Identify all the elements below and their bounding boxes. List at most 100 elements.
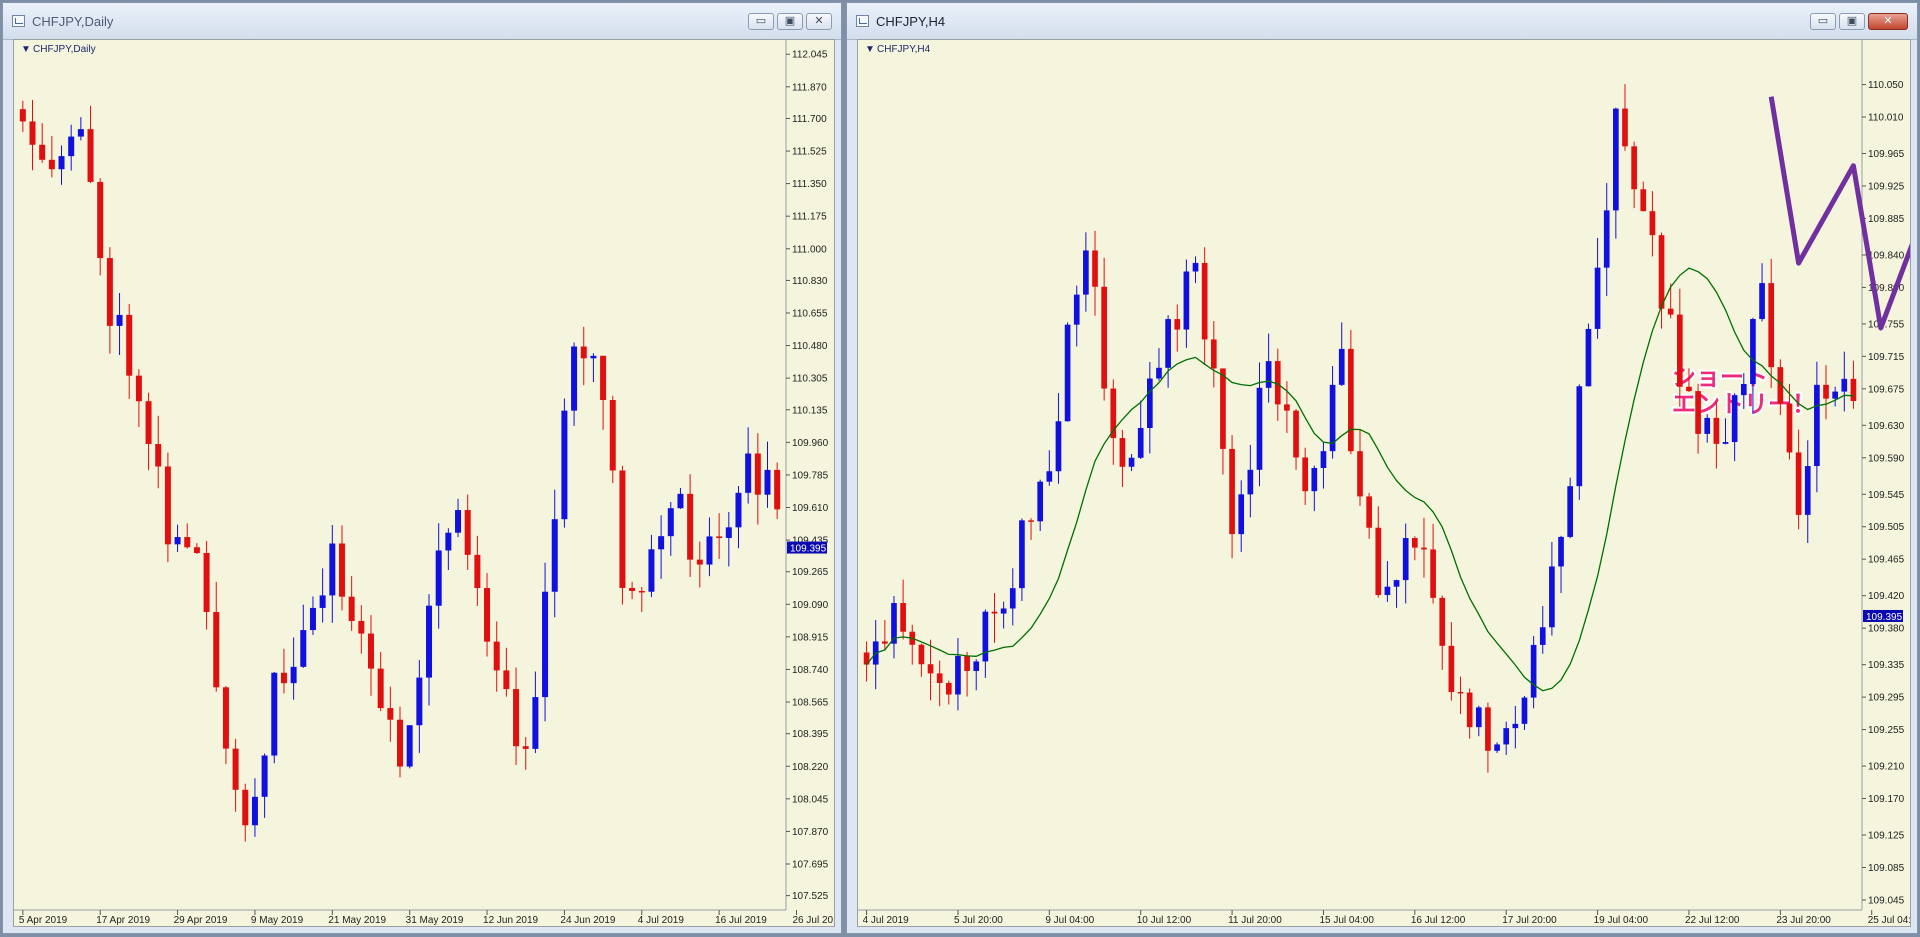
candle-body bbox=[900, 602, 906, 632]
candle-body bbox=[1064, 324, 1071, 422]
candle-body bbox=[927, 664, 934, 674]
candle-body bbox=[1804, 466, 1811, 515]
chart-window-h4[interactable]: CHFJPY,H4 ▭ ▣ ✕ ▼ CHFJPY,H4 ショート エントリー！ … bbox=[846, 2, 1918, 934]
daily-candlestick-chart[interactable]: ▼ CHFJPY,Daily 112.045 111.870 111.700 111.… bbox=[14, 40, 835, 927]
price-tick-label: 109.335 bbox=[1868, 660, 1905, 671]
bear-candle bbox=[991, 593, 998, 643]
bull-candle bbox=[706, 517, 713, 577]
candle-body bbox=[1265, 361, 1272, 388]
price-axis: 112.045 111.870 111.700 111.525 111.350 111.1… bbox=[785, 40, 829, 910]
candle-body bbox=[1284, 404, 1290, 411]
bull-candle bbox=[1183, 259, 1190, 348]
bull-candle bbox=[1539, 605, 1546, 654]
time-axis: 5 Apr 2019 17 Apr 2019 29 Apr 2019 9 May 20… bbox=[14, 909, 834, 926]
price-tick-label: 109.885 bbox=[1868, 214, 1905, 225]
candle-body bbox=[1567, 486, 1573, 537]
chart-area[interactable]: ▼ CHFJPY,Daily 112.045 111.870 111.700 111.… bbox=[13, 39, 835, 927]
chart-symbol-label: CHFJPY,H4 bbox=[877, 44, 931, 55]
h4-candlestick-chart[interactable]: ▼ CHFJPY,H4 ショート エントリー！ 110.050110.01010… bbox=[858, 40, 1911, 927]
bear-candle bbox=[1210, 321, 1217, 388]
candle-body bbox=[1210, 339, 1217, 369]
bear-candle bbox=[348, 576, 355, 631]
minimize-button[interactable]: ▭ bbox=[1810, 13, 1836, 30]
bear-candle bbox=[464, 494, 471, 570]
price-tick-label: 109.420 bbox=[1868, 591, 1905, 602]
chart-window-daily[interactable]: CHFJPY,Daily ▭ ▣ ✕ ▼ CHFJPY,Daily 112.04… bbox=[2, 2, 842, 934]
price-tick-label: 109.090 bbox=[792, 600, 829, 611]
bear-candle bbox=[1795, 429, 1802, 530]
candle-body bbox=[667, 508, 674, 537]
price-tick-label: 108.395 bbox=[792, 729, 829, 740]
candle-body bbox=[609, 400, 616, 471]
candle-body bbox=[1338, 348, 1345, 385]
bear-candle bbox=[358, 605, 365, 654]
bear-candle bbox=[39, 123, 46, 163]
bear-candle bbox=[619, 465, 626, 605]
bear-candle bbox=[106, 247, 113, 354]
time-tick-label: 5 Jul 20:00 bbox=[954, 915, 1003, 926]
bull-candle bbox=[300, 604, 307, 668]
price-tick-label: 111.175 bbox=[792, 212, 827, 223]
bull-candle bbox=[406, 725, 413, 769]
price-tick-label: 110.480 bbox=[792, 341, 828, 352]
candle-body bbox=[1686, 386, 1692, 392]
window-title: CHFJPY,H4 bbox=[876, 14, 946, 29]
candle-body bbox=[1512, 723, 1519, 729]
time-tick-label: 11 Jul 20:00 bbox=[1228, 915, 1282, 926]
price-tick-label: 111.525 bbox=[792, 147, 827, 158]
bear-candle bbox=[1667, 283, 1674, 319]
restore-button[interactable]: ▣ bbox=[1839, 13, 1865, 30]
bull-candle bbox=[955, 638, 961, 711]
bull-candle bbox=[1055, 393, 1062, 484]
bull-candle bbox=[1841, 351, 1848, 412]
time-tick-label: 29 Apr 2019 bbox=[174, 915, 228, 926]
candle-body bbox=[329, 543, 336, 596]
price-tick-label: 109.170 bbox=[1868, 794, 1905, 805]
time-tick-label: 24 Jun 2019 bbox=[560, 915, 615, 926]
close-button[interactable]: ✕ bbox=[1868, 13, 1908, 30]
bear-candle bbox=[1850, 360, 1857, 409]
bear-candle bbox=[1649, 191, 1656, 257]
candle-body bbox=[955, 655, 961, 695]
bear-candle bbox=[909, 624, 916, 665]
bull-candle bbox=[1731, 393, 1738, 462]
candle-body bbox=[1393, 580, 1400, 587]
price-tick-label: 109.380 bbox=[1868, 624, 1905, 635]
price-tick-label: 109.675 bbox=[1868, 384, 1905, 395]
time-tick-label: 4 Jul 2019 bbox=[863, 915, 910, 926]
time-tick-label: 10 Jul 12:00 bbox=[1137, 915, 1192, 926]
bear-candle bbox=[493, 621, 500, 692]
candle-body bbox=[1713, 417, 1720, 444]
candle-body bbox=[1722, 442, 1729, 444]
minimize-button[interactable]: ▭ bbox=[748, 13, 774, 30]
bull-candle bbox=[1073, 285, 1080, 347]
bull-candle bbox=[982, 609, 989, 678]
current-price-tag: 109.395 bbox=[1863, 609, 1903, 623]
bear-candle bbox=[1366, 492, 1372, 539]
price-tick-label: 109.755 bbox=[1868, 319, 1905, 330]
window-titlebar[interactable]: CHFJPY,Daily ▭ ▣ ✕ bbox=[3, 3, 841, 40]
restore-button[interactable]: ▣ bbox=[777, 13, 803, 30]
bear-candle bbox=[774, 462, 781, 520]
bull-candle bbox=[1320, 442, 1327, 489]
candle-body bbox=[882, 641, 888, 644]
candle-body bbox=[1640, 189, 1647, 212]
price-tick-label: 111.000 bbox=[792, 244, 827, 255]
time-tick-label: 4 Jul 2019 bbox=[638, 915, 685, 926]
bear-candle bbox=[1302, 447, 1309, 505]
bear-candle bbox=[1411, 536, 1418, 561]
bear-candle bbox=[882, 620, 888, 650]
chart-menu-triangle-icon[interactable]: ▼ bbox=[865, 44, 875, 55]
price-axis: 110.050 110.010 109.965 109.925 109.885 109.8… bbox=[1861, 40, 1905, 910]
chart-area[interactable]: ▼ CHFJPY,H4 ショート エントリー！ 110.050 110.010 10… bbox=[857, 39, 1911, 927]
candle-body bbox=[1092, 250, 1098, 287]
bear-candle bbox=[367, 615, 374, 696]
window-titlebar[interactable]: CHFJPY,H4 ▭ ▣ ✕ bbox=[847, 3, 1917, 40]
close-button[interactable]: ✕ bbox=[806, 13, 832, 30]
candle-body bbox=[735, 492, 742, 528]
candle-body bbox=[706, 536, 713, 565]
chart-menu-triangle-icon[interactable]: ▼ bbox=[21, 44, 31, 55]
bear-candle bbox=[155, 415, 162, 489]
bull-candle bbox=[1247, 444, 1254, 518]
candle-body bbox=[77, 129, 84, 137]
